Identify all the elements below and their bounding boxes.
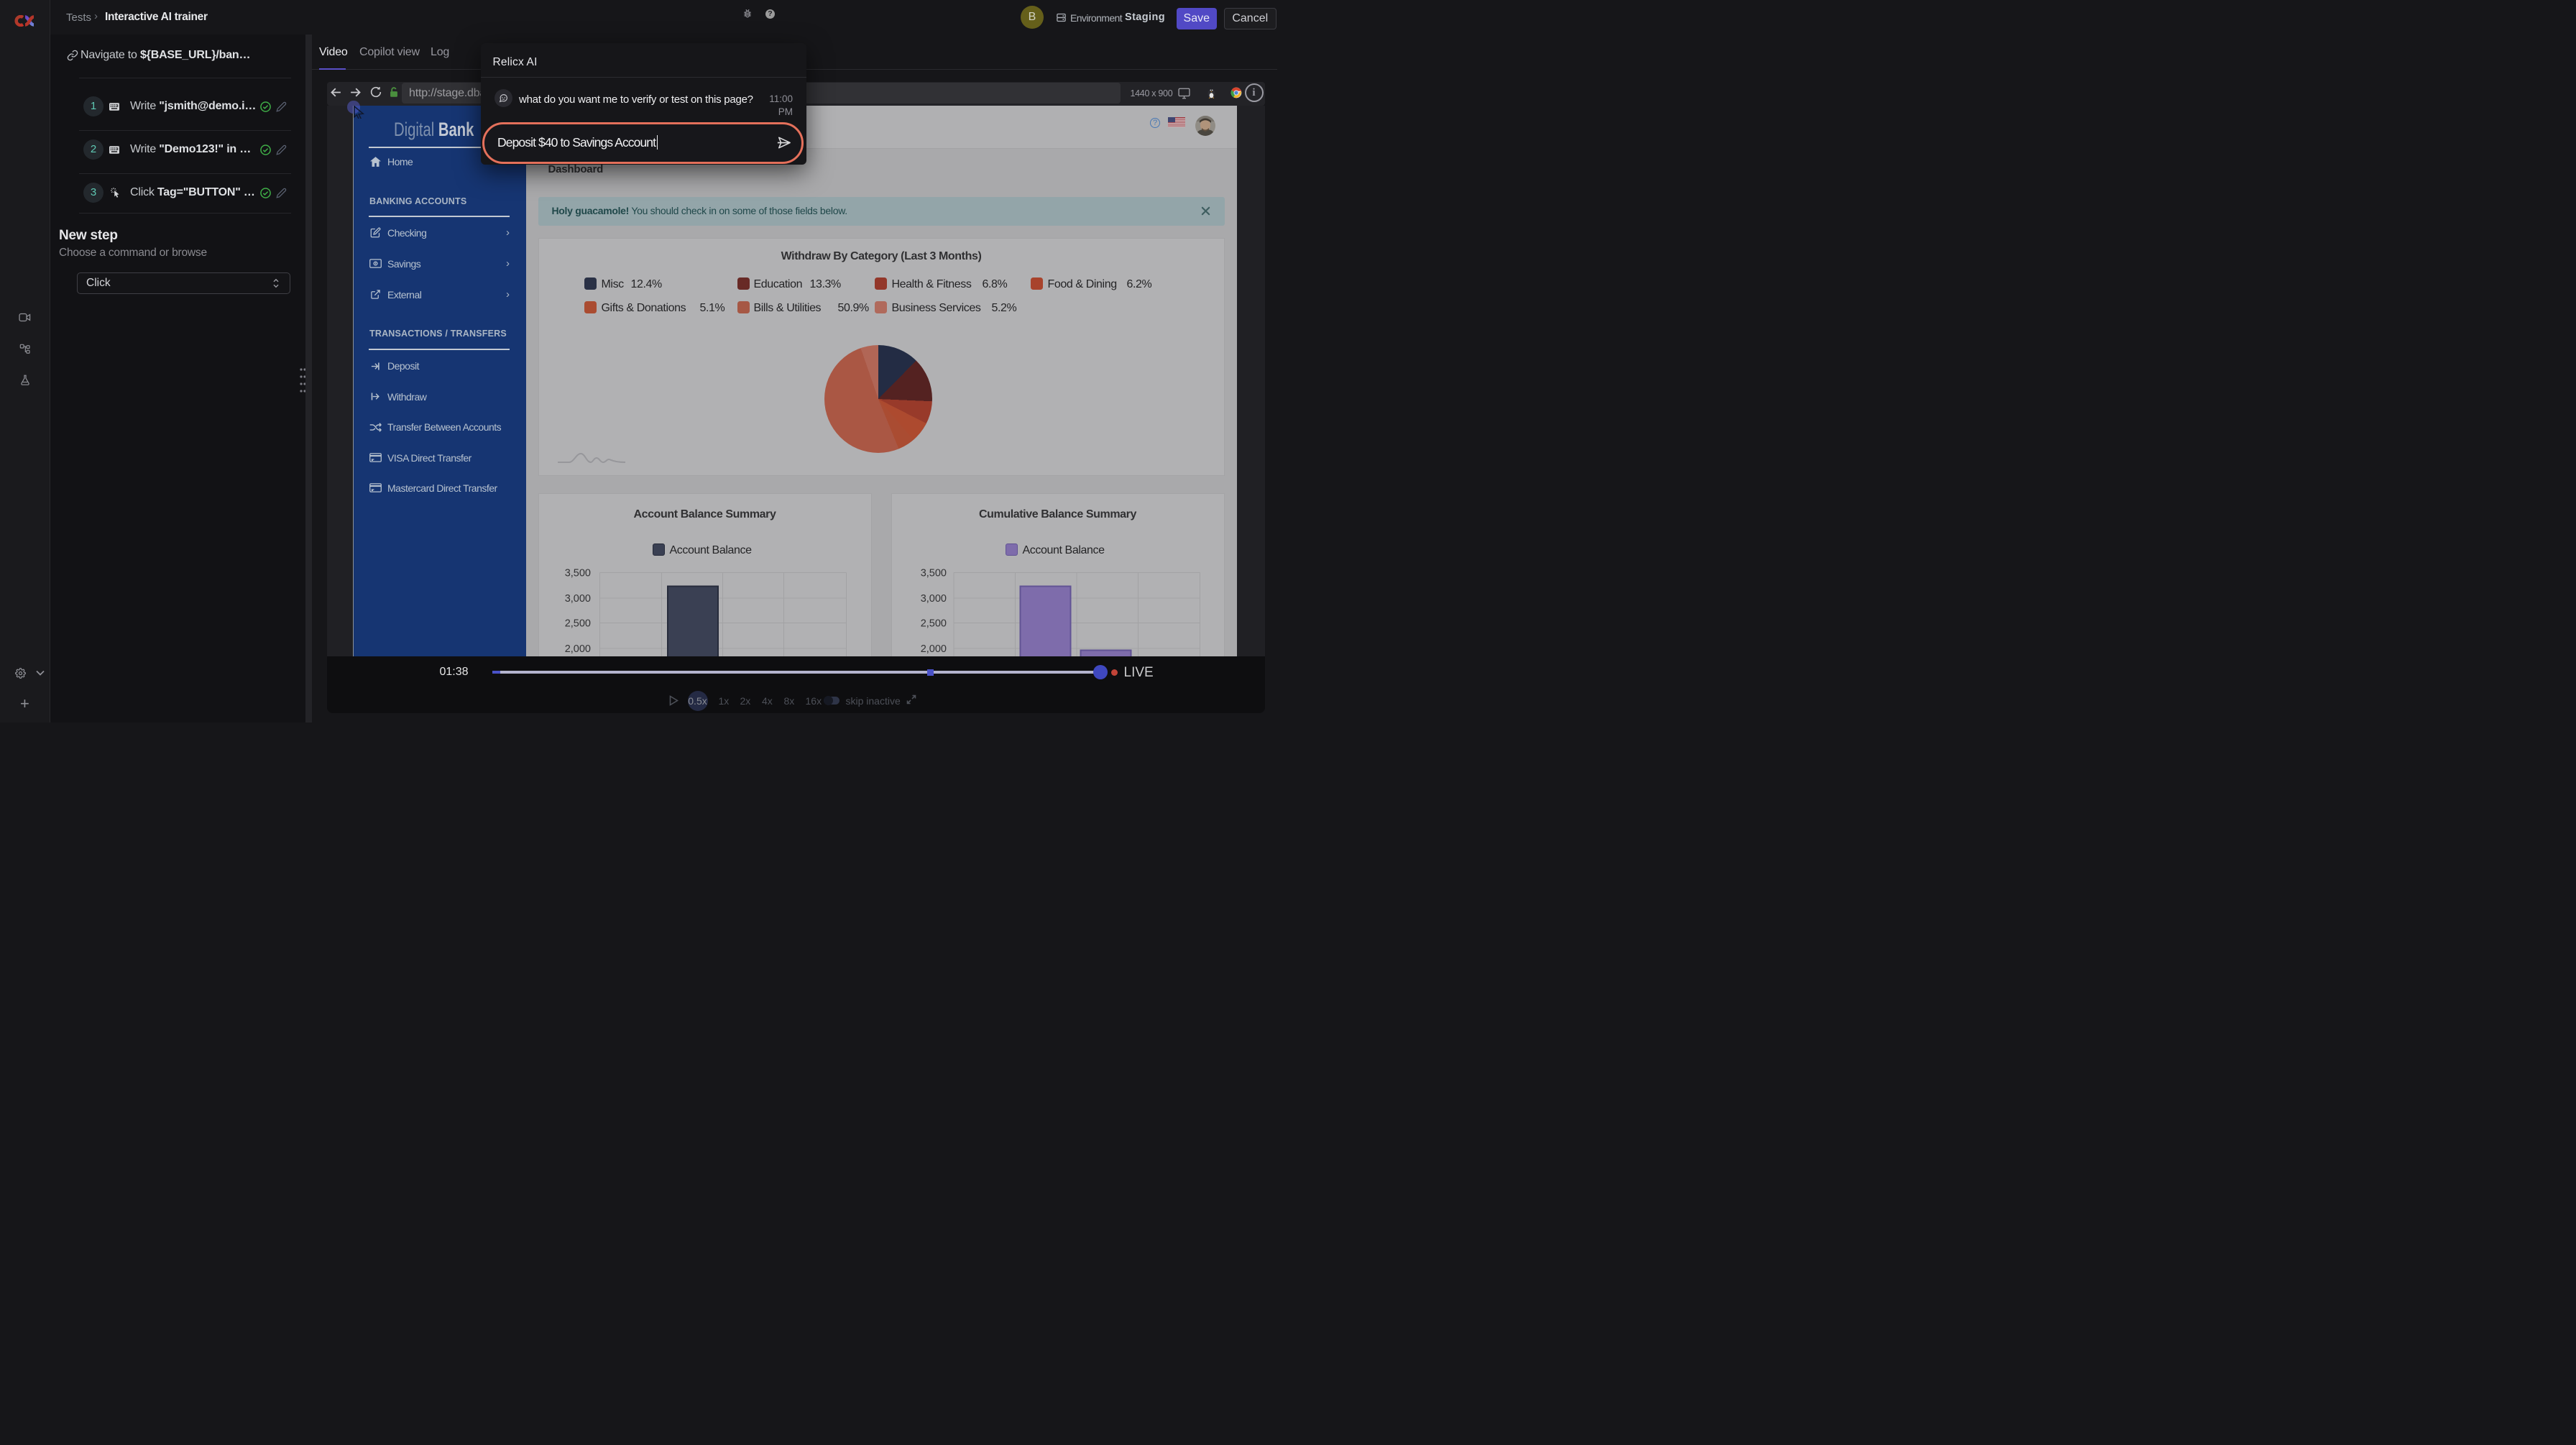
svg-text:3,000: 3,000 [921, 593, 947, 605]
svg-text:3,000: 3,000 [565, 593, 591, 605]
svg-text:3,500: 3,500 [921, 568, 947, 579]
svg-text:2,000: 2,000 [565, 643, 591, 655]
svg-text:2,500: 2,500 [565, 618, 591, 630]
svg-text:3,500: 3,500 [565, 568, 591, 579]
svg-text:2,000: 2,000 [921, 643, 947, 655]
svg-text:2,500: 2,500 [921, 618, 947, 630]
